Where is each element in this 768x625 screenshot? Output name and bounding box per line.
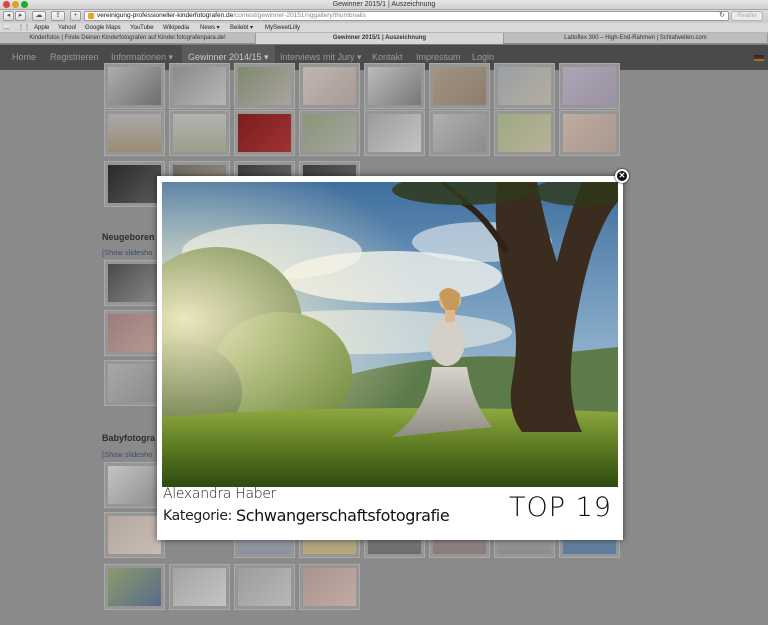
bookmarks-bar: 📖 ⋮⋮ Apple Yahoo! Google Maps YouTube Wi… <box>0 23 768 33</box>
new-tab-button[interactable]: + <box>70 11 81 21</box>
gallery-thumbnail[interactable] <box>104 63 165 109</box>
bookmark-google-maps[interactable]: Google Maps <box>85 23 121 33</box>
gallery-thumbnail[interactable] <box>234 63 295 109</box>
gallery-thumbnail[interactable] <box>104 110 165 156</box>
gallery-thumbnail[interactable] <box>234 564 295 610</box>
share-button[interactable]: ⇪ <box>51 11 65 21</box>
gallery-thumbnail[interactable] <box>494 110 555 156</box>
bookmark-youtube[interactable]: YouTube <box>130 23 154 33</box>
show-slideshow-link[interactable]: [Show slidesho <box>102 450 152 459</box>
gallery-thumbnail[interactable] <box>494 63 555 109</box>
url-host: vereinigung-professioneller-kinderfotogr… <box>97 12 234 19</box>
bookmark-apple[interactable]: Apple <box>34 23 49 33</box>
bookmark-mysweetlilly[interactable]: MySweetLilly <box>265 23 300 33</box>
nav-registrieren[interactable]: Registrieren <box>50 45 99 70</box>
gallery-thumbnail[interactable] <box>299 564 360 610</box>
gallery-thumbnail[interactable] <box>364 110 425 156</box>
address-bar[interactable]: vereinigung-professioneller-kinderfotogr… <box>84 11 729 21</box>
cloud-icon: ☁ <box>35 12 43 19</box>
title-bar: Gewinner 2015/1 | Auszeichnung <box>0 0 768 10</box>
back-arrow-icon: ◂ <box>6 12 11 19</box>
close-icon[interactable]: ✕ <box>615 169 629 183</box>
gallery-thumbnail[interactable] <box>299 110 360 156</box>
gallery-thumbnail[interactable] <box>104 462 165 508</box>
reader-button[interactable]: Reader <box>731 11 763 21</box>
gallery-thumbnail[interactable] <box>364 63 425 109</box>
gallery-thumbnail[interactable] <box>169 110 230 156</box>
photographer-name: Alexandra Haber <box>163 486 277 502</box>
gallery-thumbnail[interactable] <box>104 360 165 406</box>
bookmark-beliebt[interactable]: Beliebt ▾ <box>230 23 253 33</box>
gallery-thumbnail[interactable] <box>104 564 165 610</box>
reading-list-icon[interactable]: 📖 <box>3 23 10 33</box>
nav-home[interactable]: Home <box>12 45 36 70</box>
forward-arrow-icon: ▸ <box>18 12 23 19</box>
tab-bar: Kinderfotos | Finde Deinen Kinderfotogra… <box>0 33 768 44</box>
german-flag-icon[interactable] <box>754 55 764 61</box>
icloud-button[interactable]: ☁ <box>32 11 46 21</box>
gallery-thumbnail[interactable] <box>169 564 230 610</box>
address-url: vereinigung-professioneller-kinderfotogr… <box>97 12 366 20</box>
url-path: /contest/gewinner-20151/nggallery/thumbn… <box>233 12 366 19</box>
lightbox-popup: Alexandra Haber Kategorie: Schwangerscha… <box>157 176 623 540</box>
rank-badge: TOP 19 <box>509 492 612 523</box>
back-button[interactable]: ◂ <box>3 11 14 21</box>
browser-toolbar: ◂ ▸ ☁ ⇪ + vereinigung-professioneller-ki… <box>0 10 768 23</box>
section-title-neugeboren: Neugeboren <box>102 232 155 242</box>
top-sites-icon[interactable]: ⋮⋮ <box>18 23 30 33</box>
category-value: Schwangerschaftsfotografie <box>236 506 450 525</box>
gallery-thumbnail[interactable] <box>559 63 620 109</box>
share-icon: ⇪ <box>55 12 61 19</box>
forward-button[interactable]: ▸ <box>15 11 26 21</box>
gallery-thumbnail[interactable] <box>104 161 165 207</box>
gallery-thumbnail[interactable] <box>559 110 620 156</box>
show-slideshow-link[interactable]: [Show slidesho <box>102 248 152 257</box>
category-label: Kategorie: <box>163 508 233 524</box>
section-title-babyfotografie: Babyfotogra <box>102 433 156 443</box>
site-favicon-icon <box>88 13 94 19</box>
bookmark-news[interactable]: News ▾ <box>200 23 220 33</box>
lightbox-photo[interactable] <box>162 182 618 487</box>
reload-icon[interactable]: ↻ <box>719 11 725 19</box>
gallery-thumbnail[interactable] <box>104 512 165 558</box>
tab-gewinner[interactable]: Gewinner 2015/1 | Auszeichnung <box>256 33 504 44</box>
gallery-thumbnail[interactable] <box>104 310 165 356</box>
gallery-thumbnail[interactable] <box>104 260 165 306</box>
plus-icon: + <box>73 12 78 19</box>
gallery-thumbnail[interactable] <box>169 63 230 109</box>
gallery-thumbnail[interactable] <box>234 110 295 156</box>
bookmark-wikipedia[interactable]: Wikipedia <box>163 23 189 33</box>
gallery-thumbnail[interactable] <box>299 63 360 109</box>
bookmark-yahoo[interactable]: Yahoo! <box>58 23 77 33</box>
gallery-thumbnail[interactable] <box>429 110 490 156</box>
maternity-photo-image <box>162 182 618 487</box>
browser-window: Gewinner 2015/1 | Auszeichnung ◂ ▸ ☁ ⇪ +… <box>0 0 768 625</box>
tab-lattoflex[interactable]: Lattoflex 300 – High-End-Rahmen | Schlaf… <box>504 33 768 44</box>
tab-kinderfotos[interactable]: Kinderfotos | Finde Deinen Kinderfotogra… <box>0 33 256 44</box>
window-title: Gewinner 2015/1 | Auszeichnung <box>332 1 436 8</box>
gallery-thumbnail[interactable] <box>429 63 490 109</box>
